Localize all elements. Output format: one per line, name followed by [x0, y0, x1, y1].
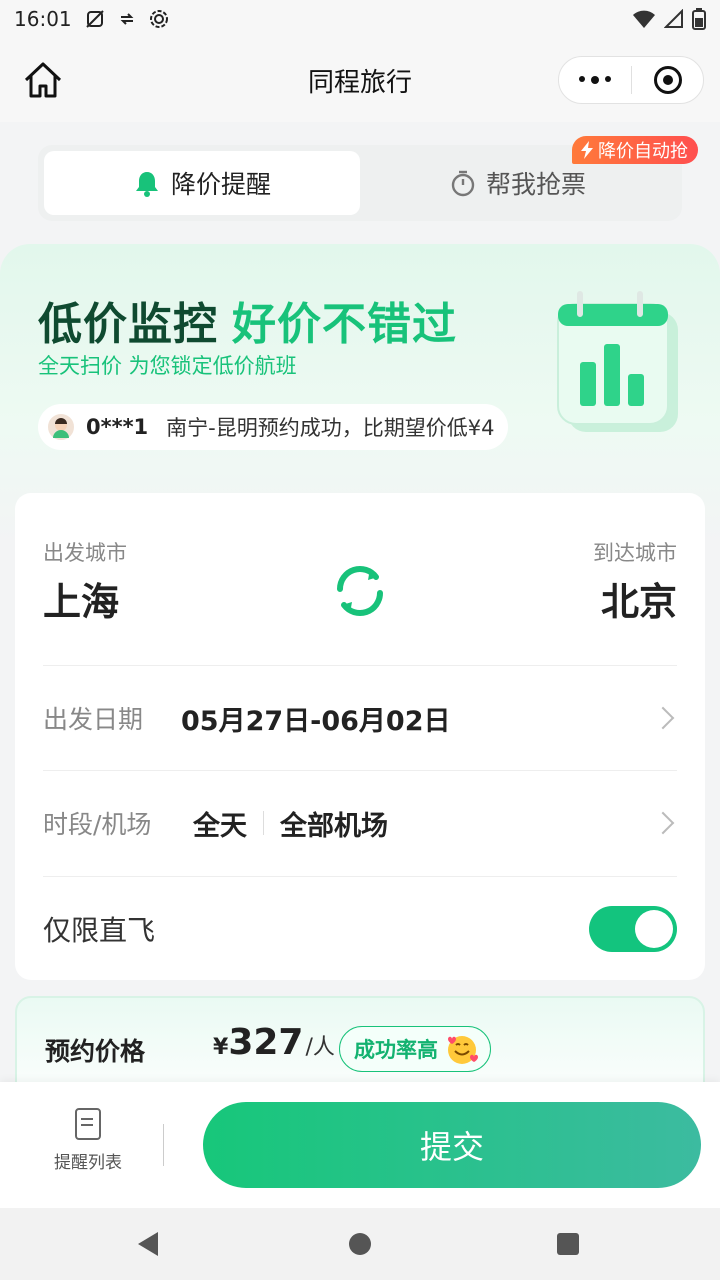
time-slot-value: 全天: [193, 810, 247, 842]
hero-subtitle: 全天扫价 为您锁定低价航班: [38, 354, 297, 378]
signal-icon: [664, 9, 683, 28]
bottom-action-bar: 提醒列表 提交: [0, 1082, 720, 1208]
reserve-price-label: 预约价格: [45, 1037, 146, 1066]
more-menu-icon[interactable]: [559, 76, 631, 84]
to-city-picker[interactable]: 到达城市 北京: [593, 537, 677, 626]
from-city: 上海: [43, 580, 120, 624]
ticker-user: 0***1: [86, 415, 149, 439]
mini-program-title-bar: 同程旅行: [0, 38, 720, 122]
direct-only-row: 仅限直飞: [43, 876, 677, 981]
submit-button[interactable]: 提交: [203, 1102, 701, 1188]
calendar-chart-icon: [557, 291, 678, 432]
chevron-right-icon: [651, 811, 675, 835]
direct-only-label: 仅限直飞: [43, 914, 156, 947]
tab-label: 降价提醒: [170, 170, 271, 199]
status-bar: 16:01: [0, 0, 720, 38]
time-airport-row[interactable]: 时段/机场 全天 全部机场: [43, 770, 677, 875]
status-time: 16:01: [14, 7, 72, 31]
recent-apps-square-icon[interactable]: [557, 1233, 579, 1255]
vpn-off-icon: [85, 10, 104, 28]
sync-icon: [120, 13, 134, 25]
date-range-value: 05月27日-06月02日: [181, 705, 451, 737]
from-city-picker[interactable]: 出发城市 上海: [43, 537, 127, 626]
airport-value: 全部机场: [280, 810, 388, 842]
bell-icon: [135, 172, 158, 197]
back-triangle-icon[interactable]: [138, 1232, 158, 1256]
alert-list-button[interactable]: 提醒列表: [40, 1108, 136, 1173]
swap-cities-icon[interactable]: [330, 561, 390, 621]
smiling-face-hearts-icon: [448, 1036, 478, 1064]
stopwatch-icon: [451, 170, 475, 197]
document-list-icon: [75, 1108, 101, 1140]
auto-grab-badge: 降价自动抢: [572, 136, 698, 164]
avatar: [46, 412, 76, 442]
tab-price-drop-alert[interactable]: 降价提醒: [44, 151, 360, 215]
close-mini-program-icon[interactable]: [632, 66, 703, 94]
ticker-text: 南宁-昆明预约成功，比期望价低¥4: [166, 416, 495, 440]
lightning-icon: [581, 141, 593, 159]
direct-only-toggle[interactable]: [589, 906, 677, 952]
home-circle-icon[interactable]: [349, 1233, 371, 1255]
battery-icon: [692, 8, 706, 30]
system-navigation-bar: [0, 1208, 720, 1280]
to-city: 北京: [600, 580, 677, 624]
chevron-right-icon: [651, 706, 675, 730]
date-row[interactable]: 出发日期 05月27日-06月02日: [43, 665, 677, 770]
success-rate-badge: 成功率高: [339, 1026, 491, 1072]
reserve-price-value[interactable]: ¥ 327 /人: [213, 1022, 335, 1063]
home-icon[interactable]: [22, 60, 64, 100]
page-title: 同程旅行: [307, 67, 412, 98]
tab-label: 帮我抢票: [485, 170, 586, 199]
wifi-icon: [633, 10, 655, 28]
search-form-card: 出发城市 上海 到达城市 北京 出发日期 05月27日-06月02日 时段/机场…: [15, 493, 705, 980]
settings-gear-icon: [149, 10, 168, 28]
hero-headline: 低价监控 好价不错过: [38, 299, 457, 350]
mini-program-capsule: [558, 56, 704, 104]
success-ticker: 0***1 南宁-昆明预约成功，比期望价低¥4: [38, 404, 509, 450]
